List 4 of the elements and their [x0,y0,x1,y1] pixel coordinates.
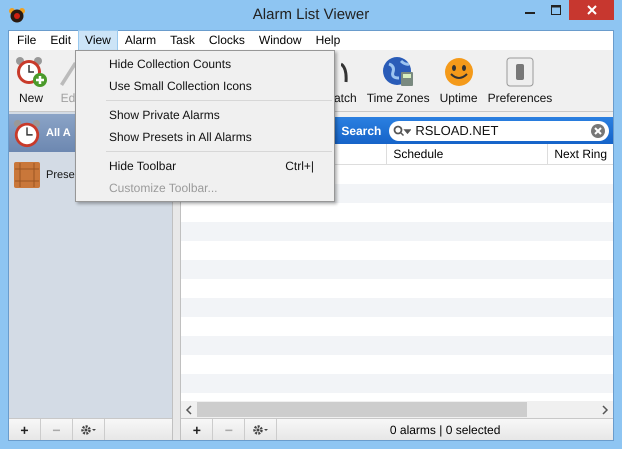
status-text: 0 alarms | 0 selected [388,422,502,436]
window-title: Alarm List Viewer [252,6,370,23]
search-label: Search [341,124,382,138]
shortcut-text: Ctrl+| [285,159,314,173]
